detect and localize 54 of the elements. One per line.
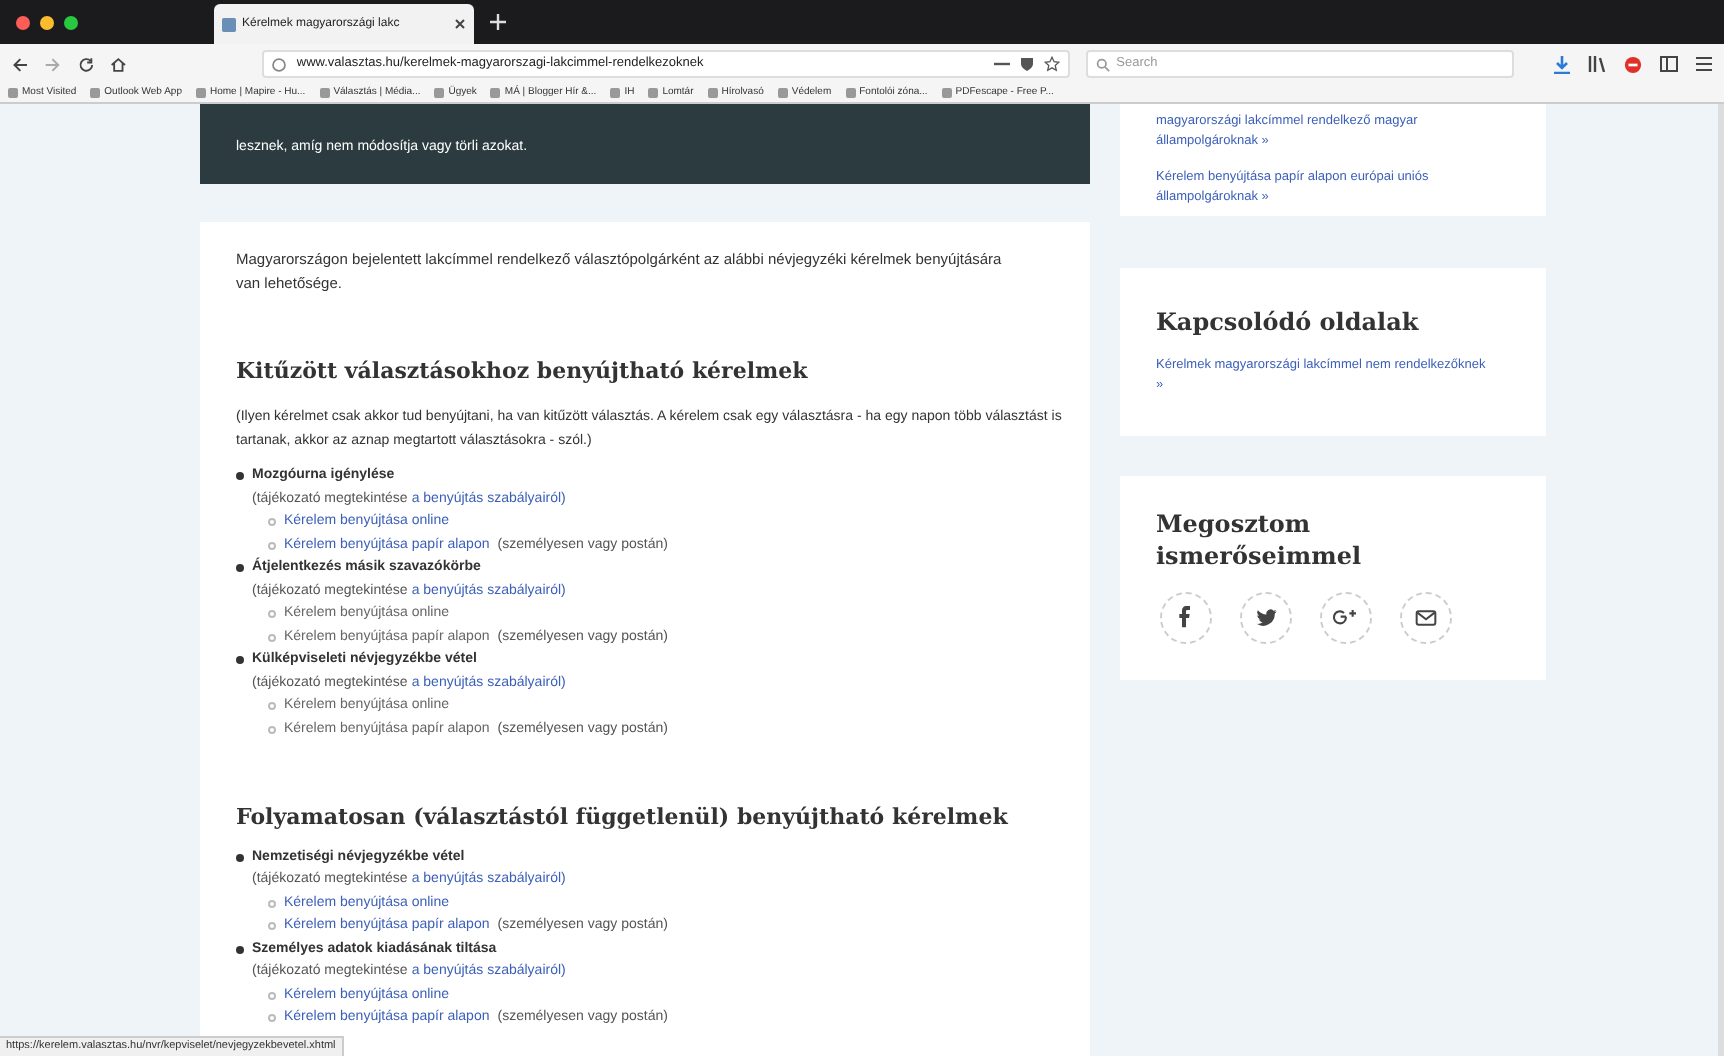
stop-icon[interactable]	[1624, 55, 1643, 73]
bookmark-icon	[845, 88, 856, 98]
bookmark-icon	[319, 88, 330, 98]
more-icon[interactable]	[994, 60, 1011, 68]
share-button[interactable]	[1160, 592, 1212, 644]
bookmark-icon	[777, 88, 788, 98]
bullet-icon	[268, 518, 276, 527]
bookmark-icon	[434, 88, 445, 98]
bullet-icon	[268, 991, 276, 1000]
maximize-window-icon[interactable]	[64, 15, 78, 29]
bullet-icon	[268, 702, 276, 711]
bookmark-icon	[610, 88, 621, 98]
bookmark-icon	[941, 88, 952, 98]
bullet-icon	[236, 656, 244, 665]
bullet-icon	[268, 541, 276, 550]
share-button[interactable]	[1240, 592, 1292, 644]
close-icon[interactable]	[454, 18, 466, 30]
search-icon	[1096, 57, 1111, 71]
home-icon[interactable]	[110, 55, 127, 73]
bullet-icon	[236, 564, 244, 573]
card-heading: Megosztom ismerőseimmel	[1156, 508, 1364, 572]
bookmark-icon	[707, 88, 718, 98]
bookmark-icon	[490, 88, 501, 98]
share-button[interactable]	[1400, 592, 1452, 644]
section-heading: Kitűzött választásokhoz benyújtható kérelmek	[236, 356, 810, 388]
card-heading: Kapcsolódó oldalak	[1156, 306, 1421, 340]
bullet-icon	[268, 899, 276, 908]
minimize-window-icon[interactable]	[40, 15, 54, 29]
sidebar-icon[interactable]	[1660, 56, 1679, 72]
menu-icon[interactable]	[1696, 56, 1713, 72]
bullet-icon	[268, 725, 276, 734]
close-window-icon[interactable]	[16, 15, 30, 29]
page-icon	[222, 17, 236, 31]
bookmark-icon	[648, 88, 659, 98]
library-icon[interactable]	[1588, 56, 1607, 72]
share-button[interactable]	[1320, 592, 1372, 644]
bullet-icon	[236, 853, 244, 862]
new-tab-icon[interactable]	[490, 14, 506, 30]
bookmark-icon	[195, 88, 206, 98]
bookmark-icon	[90, 88, 101, 98]
bullet-icon	[268, 633, 276, 642]
bookmark-icon	[8, 88, 18, 98]
section-heading: Folyamatosan (választástól függetlenül) benyújtható kérelmek	[236, 801, 1010, 833]
bullet-icon	[268, 922, 276, 931]
info-icon	[272, 57, 287, 71]
reload-icon[interactable]	[77, 55, 95, 73]
back-icon[interactable]	[12, 55, 29, 73]
download-icon[interactable]	[1554, 55, 1571, 73]
bullet-icon	[236, 472, 244, 481]
bullet-icon	[236, 945, 244, 954]
bullet-icon	[268, 610, 276, 619]
bullet-icon	[268, 1014, 276, 1023]
shield-icon[interactable]	[1020, 56, 1035, 72]
star-icon[interactable]	[1044, 56, 1061, 72]
